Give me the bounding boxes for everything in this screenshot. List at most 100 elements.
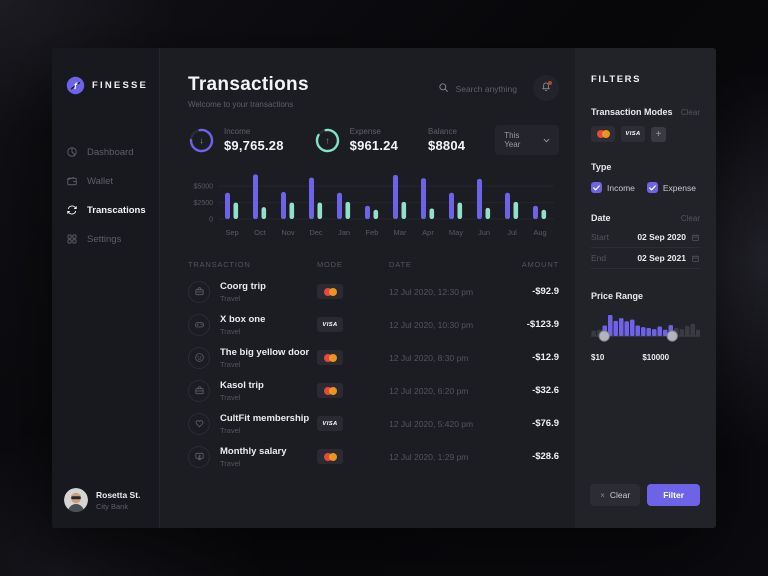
period-label: This Year xyxy=(504,131,537,149)
mastercard-icon xyxy=(324,453,337,461)
app-window: f FINESSE DashboardWalletTranscationsSet… xyxy=(52,48,716,528)
table-body: Coorg tripTravel 12 Jul 2020, 12:30 pm-$9… xyxy=(188,275,559,473)
svg-text:$2500: $2500 xyxy=(194,200,214,207)
visa-badge[interactable]: VISA xyxy=(621,126,645,142)
amount-cell: -$12.9 xyxy=(501,352,559,363)
date-start-value: 02 Sep 2020 xyxy=(637,232,686,242)
svg-text:$5000: $5000 xyxy=(194,184,214,191)
column-header-mode: MODE xyxy=(317,260,389,269)
transactions-icon xyxy=(66,204,78,216)
user-name: Rosetta St. xyxy=(96,490,140,500)
price-range-label: Price Range xyxy=(591,291,643,301)
slider-handle-max[interactable] xyxy=(667,331,677,341)
main-content: Transactions Welcome to your transaction… xyxy=(160,48,575,528)
table-row[interactable]: Coorg tripTravel 12 Jul 2020, 12:30 pm-$9… xyxy=(188,275,559,308)
stat-ring-icon: ↓ xyxy=(188,127,215,154)
user-profile[interactable]: Rosetta St. City Bank xyxy=(52,488,159,512)
transaction-cell: Coorg tripTravel xyxy=(188,281,317,303)
transaction-name: X box one xyxy=(220,314,265,325)
transaction-name: The big yellow door xyxy=(220,347,309,358)
wallet-icon xyxy=(66,175,78,187)
amount-cell: -$76.9 xyxy=(501,418,559,429)
checkbox-expense[interactable]: Expense xyxy=(647,182,696,193)
checkbox-income[interactable]: Income xyxy=(591,182,635,193)
transaction-text: Coorg tripTravel xyxy=(220,281,266,303)
visa-badge: VISA xyxy=(317,416,343,431)
table-row[interactable]: Kasol tripTravel12 Jul 2020, 6:20 pm-$32… xyxy=(188,374,559,407)
notifications-button[interactable] xyxy=(533,75,559,101)
clear-button-label: Clear xyxy=(610,490,630,500)
transaction-name: Monthly salary xyxy=(220,446,287,457)
checkbox-label: Income xyxy=(607,183,635,193)
table-row[interactable]: CultFit membershipTravelVISA12 Jul 2020,… xyxy=(188,407,559,440)
transactions-table: TRANSACTIONMODEDATEAMOUNT Coorg tripTrav… xyxy=(188,260,559,473)
mastercard-badge xyxy=(317,350,343,365)
stat-label: Balance xyxy=(428,127,465,136)
table-row[interactable]: Monthly salaryTravel12 Jul 2020, 1:29 pm… xyxy=(188,440,559,473)
apply-filter-button[interactable]: Filter xyxy=(647,484,700,506)
add-mode-button[interactable]: + xyxy=(651,127,666,142)
period-selector[interactable]: This Year xyxy=(495,125,559,155)
transaction-category: Travel xyxy=(220,360,309,369)
close-icon: × xyxy=(600,491,605,500)
mode-cell xyxy=(317,383,389,398)
transactions-bar-chart: $5000$25000SepOctNovDecJanFebMarAprMayJu… xyxy=(188,169,559,248)
slider-handle-min[interactable] xyxy=(599,331,609,341)
date-start-label: Start xyxy=(591,232,637,242)
calendar-icon[interactable] xyxy=(691,254,700,263)
sidebar-item-label: Settings xyxy=(87,234,121,245)
svg-text:Apr: Apr xyxy=(422,228,434,237)
transaction-name: Kasol trip xyxy=(220,380,264,391)
table-row[interactable]: X box oneTravelVISA12 Jul 2020, 10:30 pm… xyxy=(188,308,559,341)
search-input[interactable]: Search anything xyxy=(438,82,517,95)
filters-panel: FILTERS Transaction Modes Clear VISA + T… xyxy=(575,48,716,528)
date-clear-link[interactable]: Clear xyxy=(681,214,700,223)
dashboard-icon xyxy=(66,146,78,158)
amount-cell: -$92.9 xyxy=(501,286,559,297)
sidebar-item-transcations[interactable]: Transcations xyxy=(52,197,159,223)
price-max: $10000 xyxy=(642,353,669,362)
price-range-slider[interactable] xyxy=(591,309,700,350)
transaction-cell: The big yellow door Travel xyxy=(188,347,317,369)
transaction-category: Travel xyxy=(220,294,266,303)
stat-income: ↓Income$9,765.28 xyxy=(188,127,284,154)
calendar-icon[interactable] xyxy=(691,233,700,242)
price-min: $10 xyxy=(591,353,604,362)
mastercard-icon xyxy=(597,130,610,138)
svg-text:Mar: Mar xyxy=(394,228,407,237)
date-end-field[interactable]: End 02 Sep 2021 xyxy=(591,248,700,269)
mode-cell: VISA xyxy=(317,416,389,431)
svg-text:Sep: Sep xyxy=(225,228,238,237)
heart-icon xyxy=(188,413,210,435)
transaction-category: Travel xyxy=(220,327,265,336)
table-row[interactable]: The big yellow doorTravel12 Jul 2020, 8:… xyxy=(188,341,559,374)
table-header: TRANSACTIONMODEDATEAMOUNT xyxy=(188,260,559,275)
briefcase-icon xyxy=(188,380,210,402)
transaction-text: CultFit membershipTravel xyxy=(220,413,309,435)
mode-cell xyxy=(317,284,389,299)
visa-icon: VISA xyxy=(322,421,337,427)
svg-text:Feb: Feb xyxy=(366,228,379,237)
sidebar-item-dashboard[interactable]: Dashboard xyxy=(52,139,159,165)
svg-text:Jun: Jun xyxy=(478,228,490,237)
sidebar-item-settings[interactable]: Settings xyxy=(52,226,159,252)
transaction-modes-label: Transaction Modes xyxy=(591,107,673,117)
type-label: Type xyxy=(591,162,611,172)
stat-label: Income xyxy=(224,127,284,136)
stat-value: $961.24 xyxy=(350,138,398,153)
date-cell: 12 Jul 2020, 12:30 pm xyxy=(389,287,501,297)
modes-clear-link[interactable]: Clear xyxy=(681,108,700,117)
transaction-name: CultFit membership xyxy=(220,413,309,424)
sidebar-item-wallet[interactable]: Wallet xyxy=(52,168,159,194)
mastercard-badge xyxy=(317,449,343,464)
stats-row: ↓Income$9,765.28 ↑Expense$961.24Balance$… xyxy=(188,125,559,155)
visa-badge: VISA xyxy=(317,317,343,332)
transaction-text: The big yellow door Travel xyxy=(220,347,309,369)
date-start-field[interactable]: Start 02 Sep 2020 xyxy=(591,227,700,248)
mastercard-badge[interactable] xyxy=(591,126,615,142)
svg-text:Nov: Nov xyxy=(281,228,295,237)
filter-actions: × Clear Filter xyxy=(575,484,700,506)
notification-dot xyxy=(548,81,552,85)
clear-filters-button[interactable]: × Clear xyxy=(590,484,640,506)
page-title: Transactions xyxy=(188,74,309,96)
